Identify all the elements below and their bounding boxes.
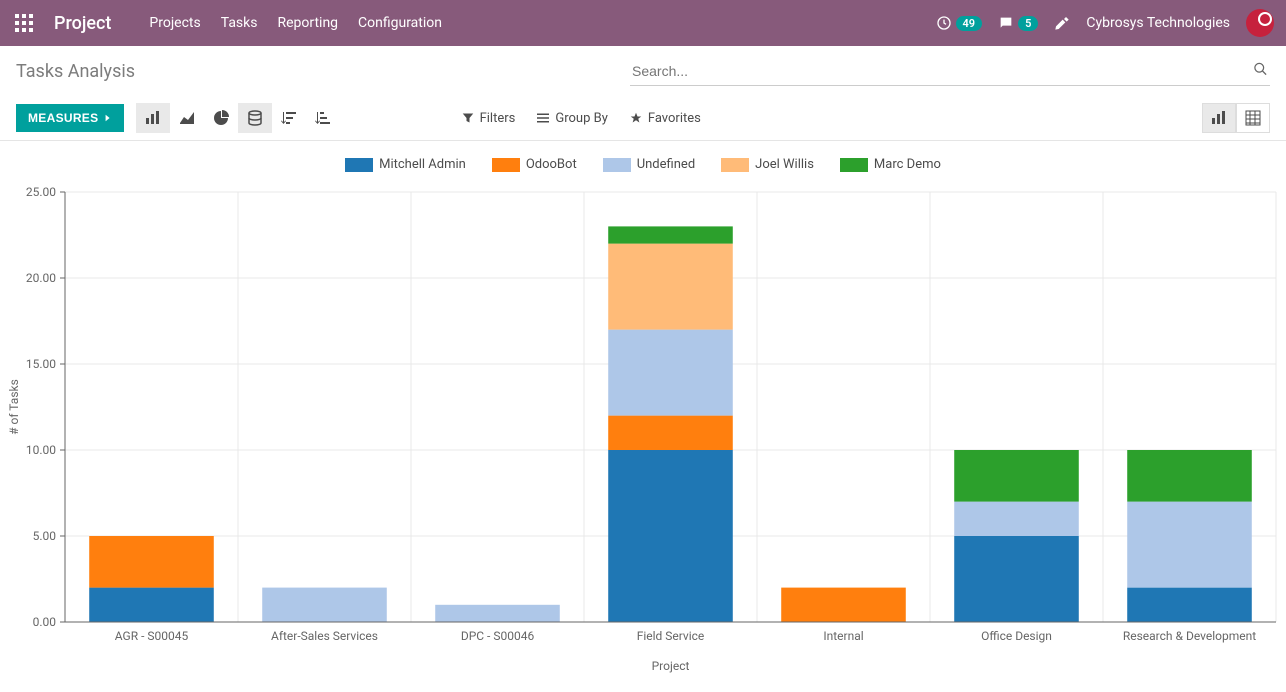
x-tick-label: Research & Development	[1123, 629, 1256, 643]
legend-swatch	[345, 158, 373, 172]
x-tick-label: After-Sales Services	[271, 629, 378, 643]
bar-chart-svg: 0.00 5.00 10.00 15.00 20.00 25.00 AGR - S00045…	[0, 182, 1286, 682]
apps-icon[interactable]	[12, 11, 36, 35]
company-switcher[interactable]: Cybrosys Technologies	[1086, 15, 1230, 31]
view-switch	[1202, 103, 1270, 133]
legend-label: Mitchell Admin	[379, 157, 466, 172]
graph-view-button[interactable]	[1202, 103, 1236, 133]
legend-swatch	[840, 158, 868, 172]
bar-segment[interactable]	[608, 450, 733, 622]
line-chart-button[interactable]	[170, 103, 204, 133]
x-tick-label: Field Service	[637, 629, 705, 643]
legend-item[interactable]: OdooBot	[492, 157, 577, 172]
bar-segment[interactable]	[781, 588, 906, 622]
control-panel: Tasks Analysis MEASURES Filters	[0, 46, 1286, 141]
legend-swatch	[603, 158, 631, 172]
bar-segment[interactable]	[1127, 502, 1252, 588]
y-axis-label: # of Tasks	[7, 379, 21, 435]
activity-badge: 49	[956, 16, 983, 31]
search-icon[interactable]	[1253, 61, 1268, 80]
legend-item[interactable]: Undefined	[603, 157, 695, 172]
x-axis-label: Project	[652, 659, 690, 673]
legend-label: Undefined	[637, 157, 695, 172]
measures-button[interactable]: MEASURES	[16, 104, 124, 132]
search-wrap	[630, 57, 1270, 86]
activity-icon[interactable]: 49	[936, 15, 983, 31]
legend-item[interactable]: Joel Willis	[721, 157, 814, 172]
bar-segment[interactable]	[89, 588, 214, 622]
x-tick-label: Internal	[823, 629, 863, 643]
x-tick-label: DPC - S00046	[461, 629, 535, 643]
bar-segment[interactable]	[435, 605, 560, 622]
legend-swatch	[721, 158, 749, 172]
bar-segment[interactable]	[608, 330, 733, 416]
svg-text:15.00: 15.00	[26, 357, 56, 371]
measures-label: MEASURES	[28, 111, 98, 125]
legend-swatch	[492, 158, 520, 172]
bar-segment[interactable]	[954, 450, 1079, 502]
app-brand[interactable]: Project	[54, 13, 111, 34]
nav-link-reporting[interactable]: Reporting	[277, 15, 338, 31]
favorites-button[interactable]: Favorites	[630, 111, 701, 126]
pivot-view-button[interactable]	[1236, 103, 1270, 133]
chart-type-buttons	[136, 103, 340, 133]
x-tick-label: Office Design	[981, 629, 1052, 643]
groupby-button[interactable]: Group By	[537, 111, 608, 126]
bar-segment[interactable]	[1127, 450, 1252, 502]
debug-icon[interactable]	[1054, 15, 1070, 31]
legend-item[interactable]: Marc Demo	[840, 157, 941, 172]
list-icon	[537, 112, 549, 124]
filters-button[interactable]: Filters	[462, 111, 516, 126]
svg-text:25.00: 25.00	[26, 185, 56, 199]
bar-chart-button[interactable]	[136, 103, 170, 133]
bar-segment[interactable]	[608, 226, 733, 243]
bar-segment[interactable]	[262, 588, 387, 622]
view-filters: Filters Group By Favorites	[462, 111, 701, 126]
pie-chart-button[interactable]	[204, 103, 238, 133]
nav-link-configuration[interactable]: Configuration	[358, 15, 442, 31]
user-avatar[interactable]	[1246, 9, 1274, 37]
svg-text:10.00: 10.00	[26, 443, 56, 457]
bar-segment[interactable]	[608, 416, 733, 450]
bar-segment[interactable]	[954, 536, 1079, 622]
x-tick-label: AGR - S00045	[115, 629, 189, 643]
stacked-button[interactable]	[238, 103, 272, 133]
sort-asc-button[interactable]	[306, 103, 340, 133]
svg-text:5.00: 5.00	[33, 529, 57, 543]
search-input[interactable]	[630, 57, 1270, 85]
discuss-badge: 5	[1018, 16, 1038, 31]
svg-text:0.00: 0.00	[33, 615, 57, 629]
discuss-icon[interactable]: 5	[998, 15, 1038, 31]
nav-link-tasks[interactable]: Tasks	[221, 15, 258, 31]
sort-desc-button[interactable]	[272, 103, 306, 133]
top-nav: Project Projects Tasks Reporting Configu…	[0, 0, 1286, 46]
bar-segment[interactable]	[89, 536, 214, 588]
nav-links: Projects Tasks Reporting Configuration	[149, 15, 442, 31]
bar-segment[interactable]	[608, 244, 733, 330]
breadcrumb: Tasks Analysis	[16, 61, 135, 82]
nav-link-projects[interactable]: Projects	[149, 15, 200, 31]
star-icon	[630, 112, 642, 124]
legend-label: OdooBot	[526, 157, 577, 172]
caret-right-icon	[104, 114, 112, 122]
bar-segment[interactable]	[1127, 588, 1252, 622]
chart-legend: Mitchell Admin OdooBot Undefined Joel Willi…	[0, 151, 1286, 182]
legend-label: Joel Willis	[755, 157, 814, 172]
legend-item[interactable]: Mitchell Admin	[345, 157, 466, 172]
funnel-icon	[462, 112, 474, 124]
bar-segment[interactable]	[954, 502, 1079, 536]
svg-text:20.00: 20.00	[26, 271, 56, 285]
chart-area: Mitchell Admin OdooBot Undefined Joel Willi…	[0, 141, 1286, 692]
legend-label: Marc Demo	[874, 157, 941, 172]
